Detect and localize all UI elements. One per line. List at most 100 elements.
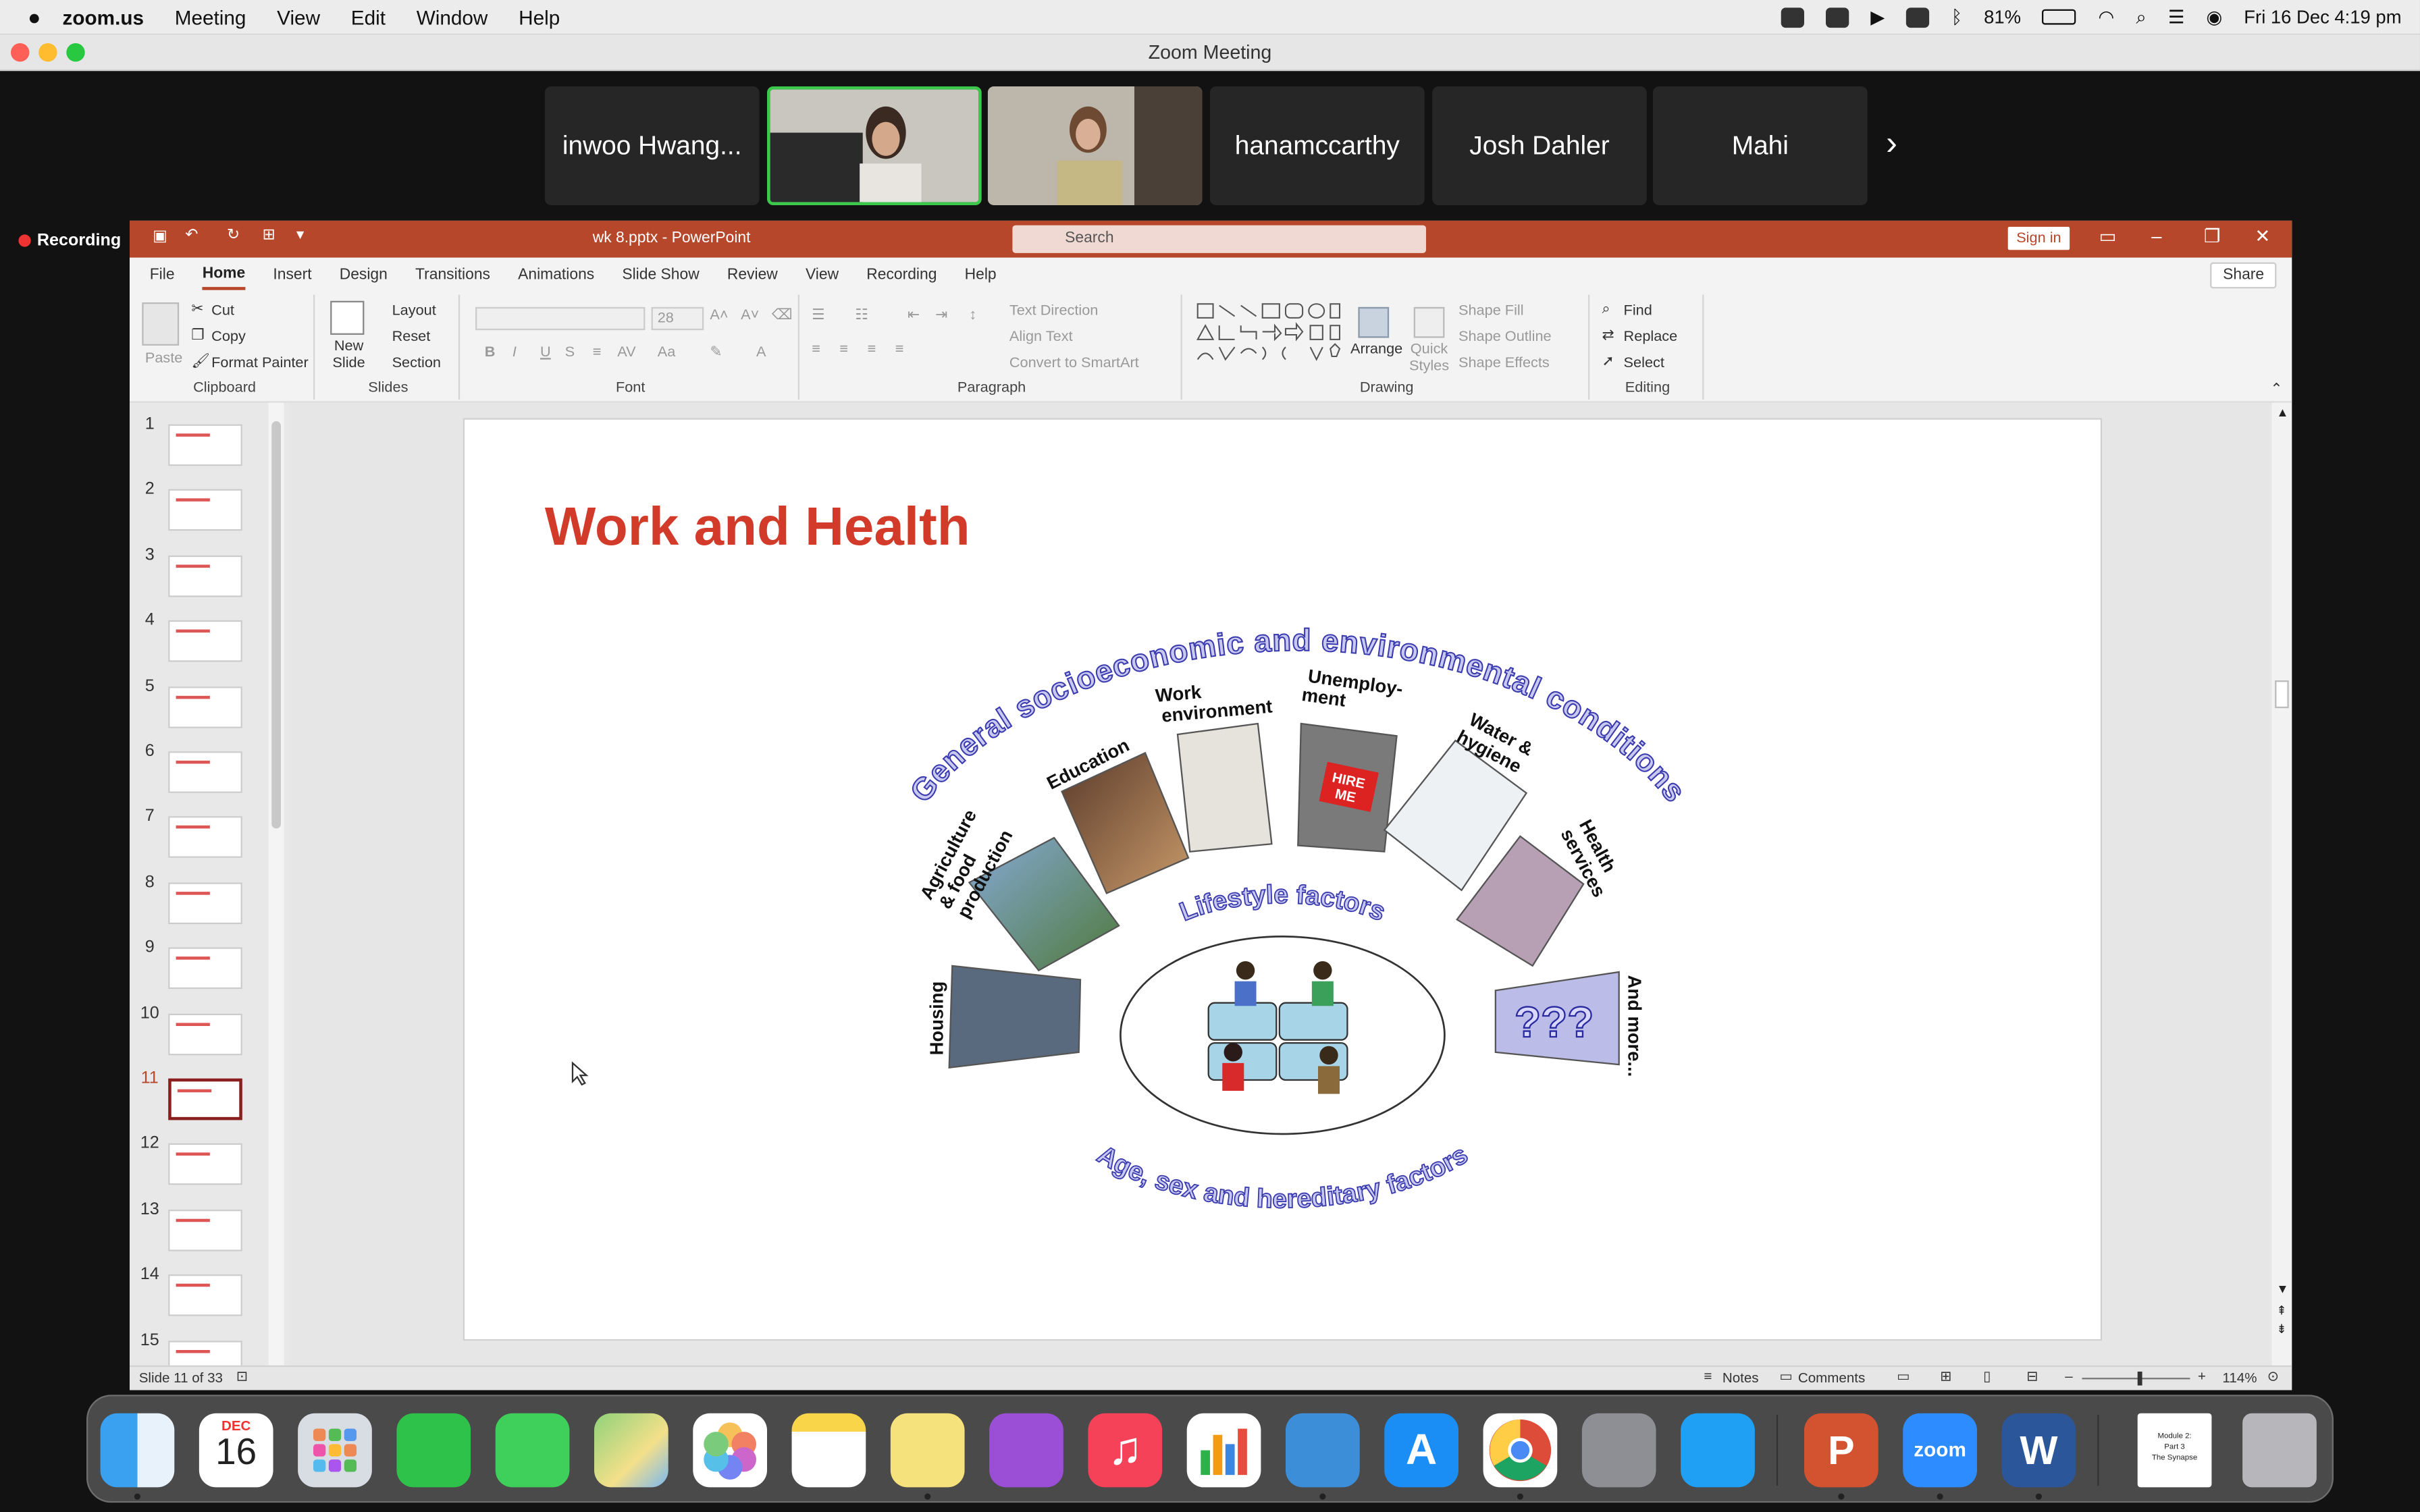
tab-file[interactable]: File (150, 261, 175, 288)
scroll-up-icon[interactable]: ▲ (2276, 406, 2288, 420)
arrange-icon[interactable] (1358, 306, 1390, 338)
strikethrough-icon[interactable]: S (565, 344, 575, 361)
accessibility-icon[interactable]: ⊡ (236, 1368, 248, 1385)
format-painter-button[interactable]: Format Painter (211, 355, 309, 372)
slide-thumbnail[interactable] (168, 1340, 242, 1366)
battery-icon[interactable] (2043, 9, 2077, 25)
select-button[interactable]: Select (1624, 355, 1664, 372)
paste-icon[interactable] (142, 302, 180, 346)
notes-button[interactable]: Notes (1722, 1370, 1759, 1386)
settings-icon[interactable] (1581, 1413, 1656, 1488)
zoom-out-icon[interactable]: – (2065, 1368, 2072, 1384)
maps-icon[interactable] (594, 1413, 668, 1488)
previous-slide-icon[interactable]: ⇞ (2276, 1303, 2286, 1318)
stickies-icon[interactable] (890, 1413, 965, 1488)
numbering-icon[interactable]: ☷ (855, 307, 868, 324)
participant-tile[interactable]: Josh Dahler (1432, 86, 1647, 205)
decrease-font-icon[interactable]: A˅ (741, 307, 759, 324)
section-button[interactable]: Section (392, 355, 441, 372)
cut-icon[interactable]: ✂ (191, 301, 203, 318)
slide-sorter-icon[interactable]: ⊞ (1940, 1368, 1951, 1385)
zoom-level[interactable]: 114% (2222, 1370, 2257, 1386)
paste-button[interactable]: Paste (145, 350, 183, 367)
scroll-down-icon[interactable]: ▼ (2276, 1282, 2288, 1296)
font-family-select[interactable] (475, 306, 646, 331)
slide-thumbnail[interactable] (168, 817, 242, 859)
slide-thumbnail[interactable] (168, 1143, 242, 1186)
thumbnails-scrollbar[interactable] (268, 402, 284, 1366)
safari-icon[interactable] (1681, 1413, 1755, 1488)
justify-icon[interactable]: ≡ (895, 341, 904, 358)
collapse-ribbon-icon[interactable]: ⌃ (2270, 381, 2282, 398)
comments-icon[interactable]: ▭ (1779, 1368, 1792, 1385)
keynote-icon[interactable] (1285, 1413, 1360, 1488)
word-icon[interactable]: W (2001, 1413, 2076, 1488)
thumbnails-scroll-thumb[interactable] (271, 421, 281, 829)
slide-thumbnail[interactable] (168, 947, 242, 990)
creative-cloud-icon[interactable] (1826, 7, 1849, 27)
decrease-indent-icon[interactable]: ⇤ (908, 307, 920, 324)
tab-review[interactable]: Review (727, 261, 778, 288)
podcasts-icon[interactable] (989, 1413, 1063, 1488)
arrange-button[interactable]: Arrange (1350, 341, 1402, 358)
align-center-icon[interactable]: ≡ (839, 341, 848, 358)
layout-button[interactable]: Layout (392, 302, 436, 319)
participant-tile[interactable]: Mahi (1652, 86, 1868, 205)
shape-effects-button[interactable]: Shape Effects (1458, 355, 1550, 372)
font-size-select[interactable]: 28 (651, 306, 704, 331)
next-participants-button[interactable]: › (1886, 124, 1897, 163)
work-health-diagram[interactable]: General socioeconomic and environmental … (465, 420, 2103, 1343)
current-slide[interactable]: Work and Health General socioeconomic an… (463, 418, 2103, 1343)
tab-animations[interactable]: Animations (518, 261, 594, 288)
tab-design[interactable]: Design (340, 261, 388, 288)
zoom-slider[interactable] (2082, 1378, 2190, 1380)
zoom-window-button[interactable] (66, 43, 85, 62)
char-spacing-icon[interactable]: AV (617, 344, 635, 361)
menu-meeting[interactable]: Meeting (175, 5, 246, 28)
notes-icon[interactable] (791, 1413, 866, 1488)
underline-icon[interactable]: U (540, 344, 551, 361)
copy-icon[interactable]: ❐ (191, 327, 204, 344)
increase-font-icon[interactable]: A˄ (710, 307, 728, 324)
slideshow-view-icon[interactable]: ⊟ (2026, 1368, 2038, 1385)
next-slide-icon[interactable]: ⇟ (2276, 1322, 2286, 1336)
close-icon[interactable]: ✕ (2255, 225, 2270, 247)
notes-icon[interactable]: ≡ (1704, 1368, 1712, 1384)
new-slide-button[interactable]: New Slide (325, 338, 372, 372)
minimize-icon[interactable]: – (2151, 225, 2161, 247)
minimize-window-button[interactable] (38, 43, 57, 62)
participant-video-active-speaker[interactable] (766, 86, 982, 205)
find-button[interactable]: Find (1624, 302, 1652, 319)
bluetooth-icon[interactable]: ᛒ (1951, 6, 1962, 28)
format-painter-icon[interactable]: 🖌 (191, 353, 210, 370)
recording-indicator[interactable]: Recording (18, 232, 121, 250)
italic-icon[interactable]: I (512, 344, 517, 361)
tab-transitions[interactable]: Transitions (415, 261, 490, 288)
new-slide-icon[interactable] (330, 300, 365, 335)
tab-recording[interactable]: Recording (866, 261, 937, 288)
ppt-search-box[interactable]: Search (1012, 225, 1426, 253)
menu-window[interactable]: Window (417, 5, 488, 28)
participant-tile[interactable]: inwoo Hwang... (544, 86, 760, 205)
sign-in-button[interactable]: Sign in (2007, 226, 2070, 250)
launchpad-icon[interactable] (298, 1413, 372, 1488)
slide-thumbnail[interactable] (168, 424, 242, 466)
align-right-icon[interactable]: ≡ (868, 341, 876, 358)
restore-icon[interactable]: ❐ (2204, 225, 2221, 247)
share-button[interactable]: Share (2210, 262, 2277, 289)
ribbon-display-icon[interactable]: ▭ (2099, 225, 2117, 247)
facetime-icon[interactable] (396, 1413, 471, 1488)
slide-thumbnail[interactable] (168, 1078, 242, 1120)
bold-icon[interactable]: B (485, 344, 496, 361)
tab-slide-show[interactable]: Slide Show (622, 261, 699, 288)
appstore-icon[interactable]: A (1384, 1413, 1458, 1488)
search-icon[interactable]: ⌕ (2136, 5, 2146, 28)
control-center-icon[interactable]: ☰ (2168, 6, 2185, 28)
align-text-button[interactable]: Align Text (1009, 329, 1073, 346)
shadow-icon[interactable]: ≡ (593, 344, 602, 361)
photos-icon[interactable] (693, 1413, 767, 1488)
present-icon[interactable]: ⊞ (263, 227, 275, 244)
menu-app-name[interactable]: zoom.us (62, 5, 144, 28)
slide-thumbnail[interactable] (168, 686, 242, 728)
save-icon[interactable]: ▣ (153, 228, 167, 245)
